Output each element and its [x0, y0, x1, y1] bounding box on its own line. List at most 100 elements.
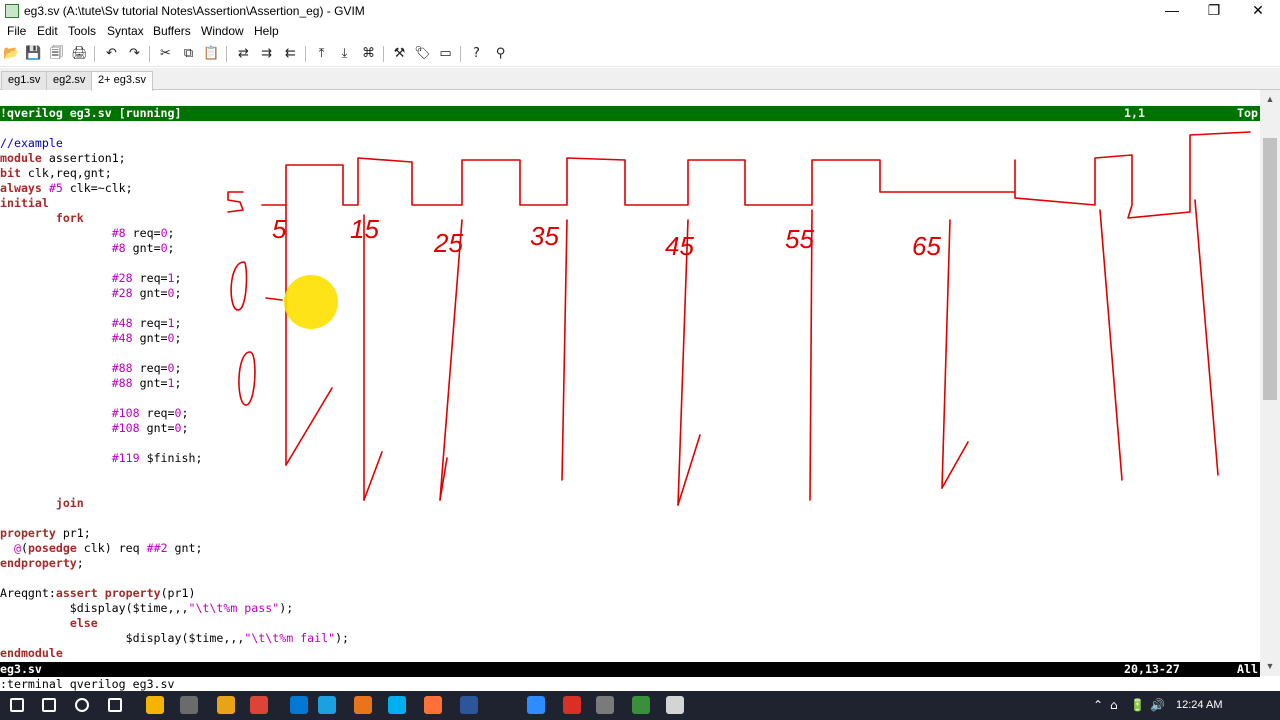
code-line[interactable]: //example [0, 136, 63, 151]
code-token: 0 [167, 361, 175, 375]
firefox-icon[interactable] [424, 696, 442, 714]
code-line[interactable]: module assertion1; [0, 151, 126, 166]
mail-icon[interactable] [290, 696, 308, 714]
taskbar-clock[interactable]: 12:24 AM [1176, 699, 1222, 711]
tab-eg3[interactable]: 2+ eg3.sv [91, 71, 154, 91]
find-prev-icon[interactable]: ⇇ [282, 45, 299, 62]
code-line[interactable]: #28 gnt=0; [0, 286, 182, 301]
code-line[interactable]: endproperty; [0, 556, 84, 571]
code-line[interactable]: always #5 clk=~clk; [0, 181, 133, 196]
make-icon[interactable]: ⚒ [391, 45, 408, 62]
code-line[interactable]: property pr1; [0, 526, 91, 541]
camera-icon[interactable] [180, 696, 198, 714]
code-line[interactable]: #88 req=0; [0, 361, 182, 376]
settings-icon[interactable] [596, 696, 614, 714]
code-token: ; [76, 556, 84, 570]
app-orange-icon[interactable] [354, 696, 372, 714]
cut-icon[interactable]: ✂ [157, 45, 174, 62]
tab-eg2[interactable]: eg2.sv [46, 71, 93, 90]
network-icon[interactable]: ⌂ [1110, 698, 1118, 712]
redo-icon[interactable]: ↷ [126, 45, 143, 62]
toolbar-separator [226, 46, 227, 62]
undo-icon[interactable]: ↶ [103, 45, 120, 62]
code-line[interactable]: #28 req=1; [0, 271, 182, 286]
edge-icon[interactable] [318, 696, 336, 714]
code-line[interactable]: #48 gnt=0; [0, 331, 182, 346]
buffer-scroll-percent: All [1237, 662, 1258, 676]
scroll-down-icon[interactable]: ▼ [1264, 660, 1276, 672]
folder-icon[interactable] [217, 696, 235, 714]
save-all-icon[interactable]: 🗐 [48, 45, 65, 62]
code-line[interactable]: endmodule [0, 646, 63, 661]
scroll-up-icon[interactable]: ▲ [1264, 93, 1276, 105]
code-line[interactable]: #108 req=0; [0, 406, 189, 421]
vertical-scrollbar[interactable]: ▲ ▼ [1260, 90, 1280, 676]
gvim-icon[interactable] [632, 696, 650, 714]
code-line[interactable]: #8 gnt=0; [0, 241, 175, 256]
terminal-status-line: !qverilog eg3.sv [running] 1,1 Top [0, 106, 1260, 121]
code-line[interactable]: $display($time,,,"\t\t%m fail"); [0, 631, 349, 646]
volume-icon[interactable]: 🔊 [1150, 698, 1165, 712]
code-line[interactable]: $display($time,,,"\t\t%m pass"); [0, 601, 293, 616]
code-line[interactable]: #119 $finish; [0, 451, 203, 466]
find-next-icon[interactable]: ⇉ [258, 45, 275, 62]
code-line[interactable]: fork [0, 211, 84, 226]
build-tags-icon[interactable]: 🏷 [414, 45, 431, 62]
code-line[interactable]: #108 gnt=0; [0, 421, 189, 436]
help-icon[interactable]: ? [468, 45, 485, 62]
search-icon[interactable] [42, 698, 56, 712]
menu-syntax[interactable]: Syntax [107, 24, 144, 38]
task-manager-icon[interactable] [108, 698, 122, 712]
replace-icon[interactable]: ⇄ [235, 45, 252, 62]
code-line[interactable]: #8 req=0; [0, 226, 175, 241]
file-explorer-icon[interactable] [146, 696, 164, 714]
open-icon[interactable]: 📂 [3, 45, 20, 62]
tray-chevron-icon[interactable]: ⌃ [1093, 698, 1103, 712]
save-icon[interactable]: 💾 [25, 45, 42, 62]
terminal-status-text: !qverilog eg3.sv [running] [0, 106, 182, 120]
code-line[interactable]: Areqgnt:assert property(pr1) [0, 586, 195, 601]
code-line[interactable]: #48 req=1; [0, 316, 182, 331]
task-view-icon[interactable] [75, 698, 89, 712]
chrome-icon[interactable] [250, 696, 268, 714]
menu-window[interactable]: Window [201, 24, 244, 38]
tab-eg1[interactable]: eg1.sv [1, 71, 48, 90]
code-line[interactable]: @(posedge clk) req ##2 gnt; [0, 541, 203, 556]
run-script-icon[interactable]: ⌘ [360, 45, 377, 62]
maximize-button[interactable]: ❐ [1192, 0, 1236, 22]
save-session-icon[interactable]: ⤓ [336, 45, 353, 62]
menu-tools[interactable]: Tools [68, 24, 96, 38]
menu-help[interactable]: Help [254, 24, 279, 38]
paint-icon[interactable] [666, 696, 684, 714]
jump-tag-icon[interactable]: ▭ [437, 45, 454, 62]
code-line[interactable]: else [0, 616, 98, 631]
code-line[interactable]: bit clk,req,gnt; [0, 166, 112, 181]
editor-area[interactable]: !qverilog eg3.sv [running] 1,1 Top //exa… [0, 106, 1260, 677]
load-session-icon[interactable]: ⤒ [313, 45, 330, 62]
word-icon[interactable] [460, 696, 478, 714]
windows-start-icon[interactable] [10, 698, 24, 712]
code-token: clk=~clk; [62, 181, 133, 195]
close-button[interactable]: ✕ [1236, 0, 1280, 22]
code-token: fork [55, 211, 84, 225]
minimize-button[interactable]: — [1150, 0, 1194, 22]
battery-icon[interactable]: 🔋 [1130, 698, 1145, 712]
skype-icon[interactable] [388, 696, 406, 714]
windows-taskbar: ⌃ ⌂ 🔋 🔊 12:24 AM [0, 691, 1280, 720]
code-line[interactable]: join [0, 496, 84, 511]
menu-file[interactable]: File [7, 24, 26, 38]
menu-edit[interactable]: Edit [37, 24, 58, 38]
scrollbar-thumb[interactable] [1263, 138, 1277, 400]
zoom-icon[interactable] [527, 696, 545, 714]
recorder-icon[interactable] [563, 696, 581, 714]
print-icon[interactable]: 🖨 [71, 45, 88, 62]
command-line[interactable]: :terminal qverilog eg3.sv [0, 677, 1280, 692]
code-line[interactable]: initial [0, 196, 49, 211]
code-token: #88 [111, 376, 133, 390]
paste-icon[interactable]: 📋 [203, 45, 220, 62]
copy-icon[interactable]: ⧉ [180, 45, 197, 62]
find-help-icon[interactable]: ⚲ [492, 45, 509, 62]
menu-buffers[interactable]: Buffers [153, 24, 191, 38]
code-line[interactable]: #88 gnt=1; [0, 376, 182, 391]
